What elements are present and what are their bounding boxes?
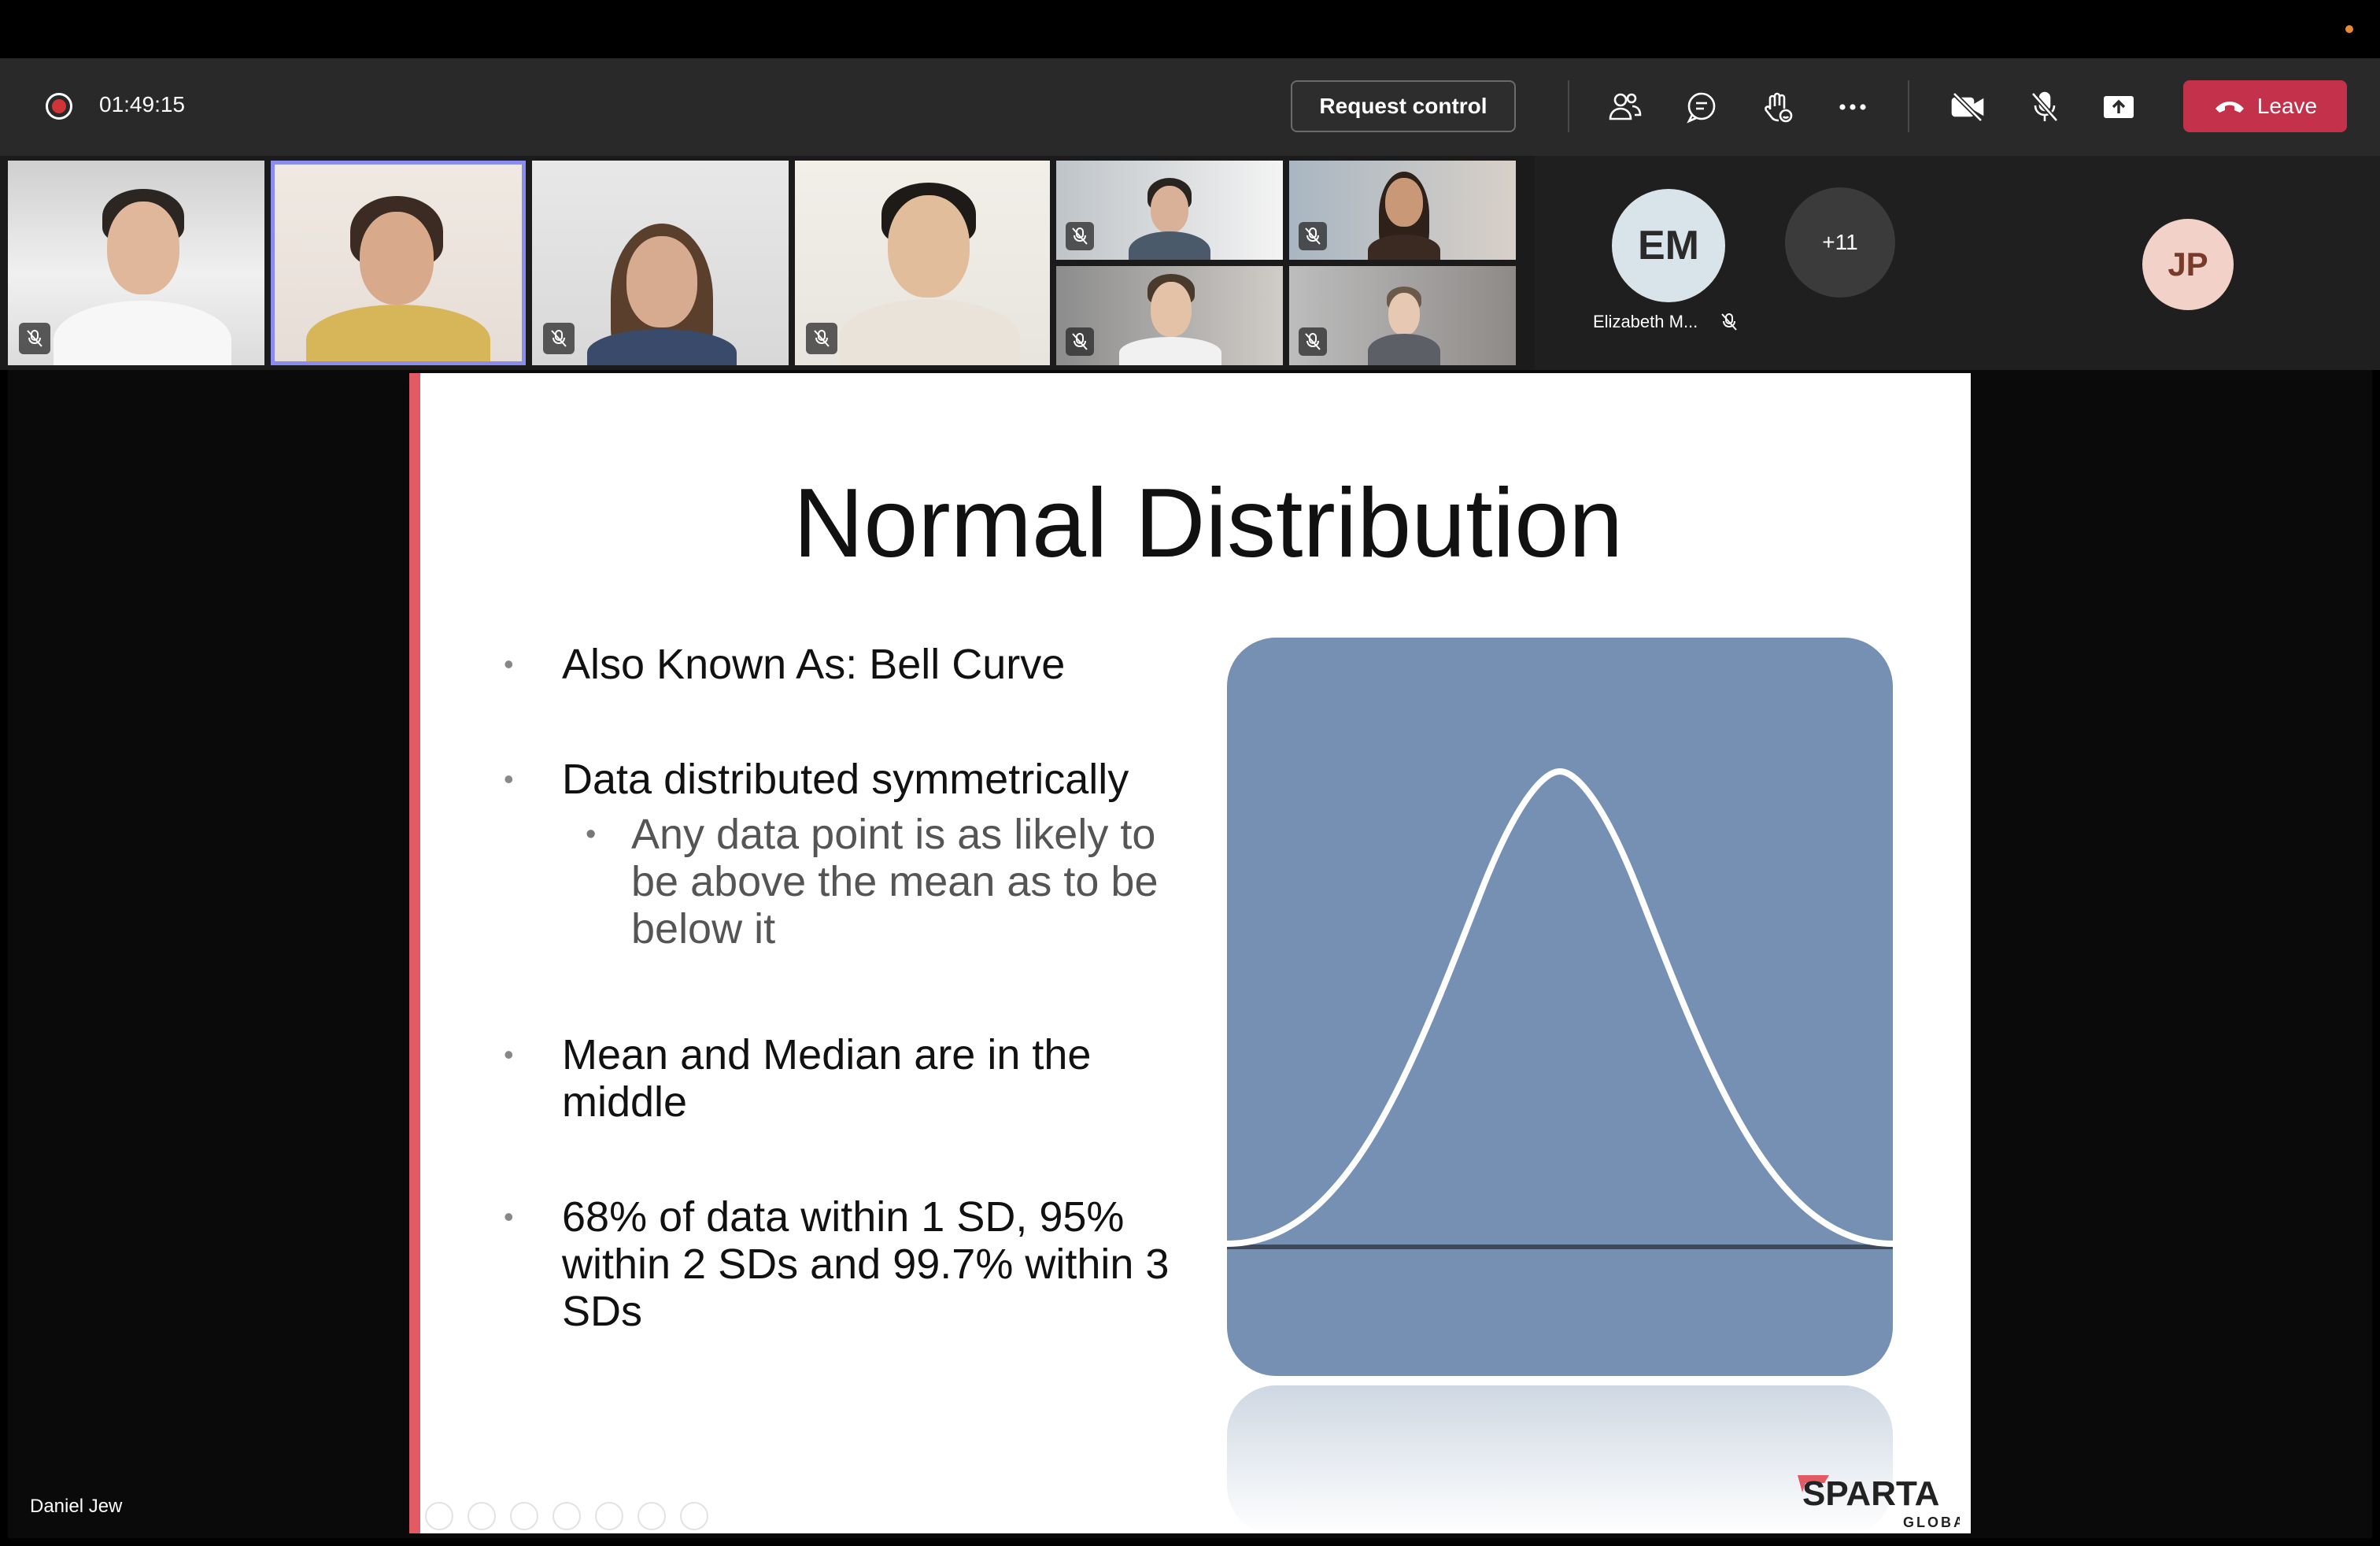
recording-dot-icon [46, 93, 72, 120]
camera-off-icon[interactable] [1946, 85, 1990, 129]
meeting-timer: 01:49:15 [99, 92, 185, 117]
mic-off-icon [1719, 312, 1739, 332]
people-icon[interactable] [1602, 85, 1646, 129]
participant-video-tile[interactable] [532, 161, 789, 365]
mic-off-icon [806, 323, 837, 354]
bullet-item: Mean and Median are in the middle [504, 1031, 1196, 1126]
mic-off-icon [1066, 327, 1094, 356]
previous-slide-icon[interactable] [425, 1502, 453, 1530]
slide-title: Normal Distribution [793, 469, 1624, 578]
mic-off-icon [19, 323, 50, 354]
self-view-tile: JP [1999, 156, 2380, 370]
chat-icon[interactable] [1680, 85, 1724, 129]
mic-off-icon [1299, 327, 1327, 356]
share-screen-icon[interactable] [2097, 85, 2141, 129]
participant-video-tile[interactable] [1289, 266, 1516, 365]
participant-name: Elizabeth M... [1593, 312, 1698, 331]
participant-strip: EM Elizabeth M... +11 JP [0, 156, 2380, 370]
raise-hand-icon[interactable] [1755, 85, 1799, 129]
participant-video-tile[interactable] [1056, 266, 1283, 365]
more-participants-button[interactable]: +11 [1785, 187, 1895, 298]
svg-text:SPARTA: SPARTA [1802, 1474, 1939, 1513]
participant-video-tile[interactable] [1289, 161, 1516, 260]
curve-panel-reflection [1227, 1385, 1893, 1533]
toolbar-divider [1568, 80, 1569, 132]
slide-bullet-list: Also Known As: Bell Curve Data distribut… [504, 641, 1196, 1335]
bullet-item: Also Known As: Bell Curve [504, 641, 1196, 688]
meeting-toolbar: 01:49:15 Request control Leave [0, 58, 2380, 156]
avatar-participants: EM Elizabeth M... +11 [1535, 156, 2007, 370]
curve-panel [1227, 638, 1893, 1376]
window-top-strip [0, 0, 2380, 58]
subtitles-icon[interactable] [638, 1502, 666, 1530]
toolbar-divider [1908, 80, 1909, 132]
slide-controls [425, 1502, 708, 1530]
notification-dot [2345, 25, 2353, 33]
participant-avatar-jp[interactable]: JP [2142, 219, 2234, 310]
participant-video-tile[interactable] [1056, 161, 1283, 260]
request-control-button[interactable]: Request control [1291, 80, 1516, 132]
leave-button[interactable]: Leave [2183, 80, 2347, 132]
mic-off-icon [1299, 222, 1327, 250]
shared-content-stage: Normal Distribution Also Known As: Bell … [0, 370, 2380, 1546]
zoom-icon[interactable] [595, 1502, 623, 1530]
hang-up-icon [2215, 102, 2244, 113]
participant-avatar-em[interactable]: EM [1612, 189, 1725, 302]
sub-bullet-item: Any data point is as likely to be above … [504, 811, 1196, 952]
participant-video-tile[interactable] [795, 161, 1050, 365]
mic-off-icon [1066, 222, 1094, 250]
mic-off-icon[interactable] [2023, 85, 2067, 129]
bullet-item: 68% of data within 1 SD, 95% within 2 SD… [504, 1193, 1196, 1335]
more-icon[interactable] [680, 1502, 708, 1530]
bullet-item: Data distributed symmetrically [504, 756, 1196, 803]
leave-label: Leave [2256, 94, 2318, 118]
svg-text:GLOBAL: GLOBAL [1903, 1515, 1960, 1530]
participant-video-tile-active[interactable] [271, 161, 526, 365]
next-slide-icon[interactable] [468, 1502, 496, 1530]
participant-video-tile[interactable] [8, 161, 264, 365]
sparta-global-logo: SPARTA GLOBAL [1794, 1469, 1971, 1533]
more-icon[interactable] [1831, 85, 1875, 129]
pen-icon[interactable] [510, 1502, 538, 1530]
bell-curve-figure [1227, 638, 1893, 1533]
presenter-name: Daniel Jew [30, 1496, 123, 1517]
slides-icon[interactable] [552, 1502, 581, 1530]
mic-off-icon [543, 323, 575, 354]
presentation-slide: Normal Distribution Also Known As: Bell … [409, 373, 1971, 1533]
